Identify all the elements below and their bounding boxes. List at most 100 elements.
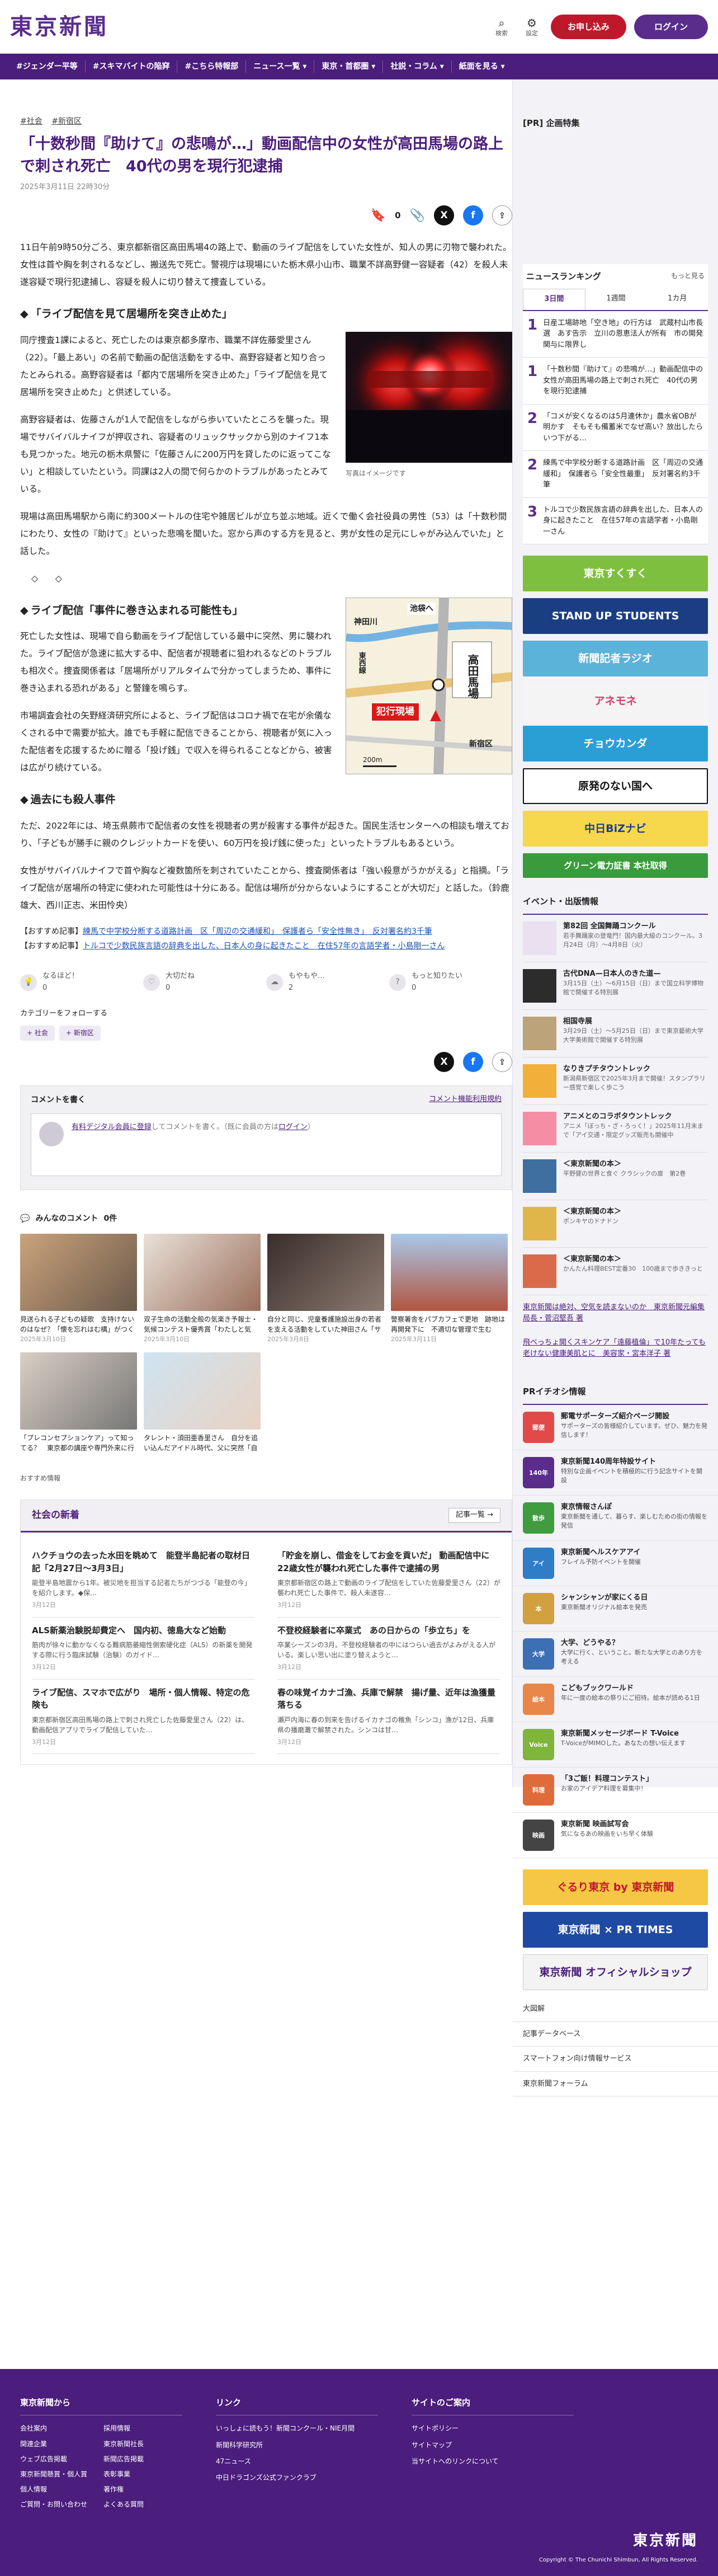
pr-item[interactable]: アイ 東京新聞ヘルスケアアイ フレイル予防イベントを開催 bbox=[513, 1541, 718, 1587]
content-card[interactable]: 警察署舎をパブカフェで更地 跡地は再開発下に 不適切な管理で生む 2025年3月1… bbox=[391, 1234, 508, 1345]
pr-item[interactable]: 郵便 郵電サポーターズ紹介ページ開設 サポーターズの皆様紹介しています。ぜひ、魅力を… bbox=[513, 1405, 718, 1451]
side-bottom-link[interactable]: 東京新聞フォーラム bbox=[513, 2072, 718, 2097]
footer-link[interactable]: ウェブ広告掲載 bbox=[20, 2454, 99, 2465]
footer-link[interactable]: 個人情報 bbox=[20, 2484, 99, 2495]
pr-item[interactable]: 映画 東京新聞 映画試写会 気になるあの映画をいち早く体験 bbox=[513, 1813, 718, 1859]
facebook-share-icon[interactable]: f bbox=[463, 1052, 483, 1073]
site-logo[interactable]: 東京新聞 bbox=[10, 9, 108, 45]
footer-link[interactable]: 47ニュース bbox=[216, 2456, 378, 2467]
event-item[interactable]: ＜東京新聞の本＞ 平野健の世界と食ぐ クラシックの扉 第2巻 bbox=[523, 1153, 708, 1201]
clip-icon[interactable]: 📎 bbox=[410, 206, 425, 225]
login-button[interactable]: ログイン bbox=[634, 14, 708, 39]
ranking-more[interactable]: もっと見る bbox=[671, 271, 705, 281]
news-item[interactable]: 春の味覚イカナゴ漁、兵庫で解禁 揚げ量、近年は漁獲量落ちる 瀬戸内海に春の到来を告… bbox=[277, 1680, 500, 1755]
tab-1month[interactable]: 1カ月 bbox=[646, 289, 708, 310]
follow-tag-shinjuku[interactable]: + 新宿区 bbox=[59, 1026, 101, 1041]
news-item[interactable]: 不登校経験者に卒業式 あの日からの「歩立ち」を 卒業シーズンの3月。不登校経験者の… bbox=[277, 1618, 500, 1680]
banner-genpatsu[interactable]: 原発のない国へ bbox=[523, 768, 708, 805]
banner-standup[interactable]: STAND UP STUDENTS bbox=[523, 598, 708, 634]
news-item[interactable]: ライブ配信、スマホで広がり 場所・個人情報、特定の危険も 東京都新宿区高田馬場の路… bbox=[32, 1680, 255, 1755]
nav-tokuhou[interactable]: #こちら特報部 bbox=[177, 60, 247, 73]
reaction-naruhodo[interactable]: 💡 なるほど！ 0 bbox=[20, 971, 143, 994]
banner-radio[interactable]: 新聞記者ラジオ bbox=[523, 641, 708, 677]
banner-shop[interactable]: 東京新聞 オフィシャルショップ bbox=[523, 1954, 708, 1991]
news-item[interactable]: ハクチョウの去った水田を眺めて 能登半島記者の取材日記「2月27日〜3月3日」能… bbox=[32, 1543, 255, 1618]
footer-link[interactable]: 会社案内 bbox=[20, 2423, 99, 2434]
banner-anemone[interactable]: アネモネ bbox=[523, 683, 708, 720]
banner-bizinavi[interactable]: 中日BiZナビ bbox=[523, 811, 708, 847]
footer-link[interactable]: 当サイトへのリンクについて bbox=[412, 2456, 574, 2467]
reaction-motto[interactable]: ? もっと知りたい 0 bbox=[389, 971, 512, 994]
search-button[interactable]: ⌕ 検索 bbox=[490, 16, 513, 37]
nav-editorial[interactable]: 社説・コラム ▾ bbox=[383, 60, 452, 73]
nav-paper[interactable]: 紙面を見る ▾ bbox=[452, 60, 512, 73]
event-item[interactable]: 相国寺展 3月29日（土）〜5月25日（日）まで東京藝術大学大学美術館で開催する特… bbox=[523, 1010, 708, 1058]
footer-link[interactable]: 採用情報 bbox=[103, 2423, 182, 2434]
footer-link[interactable]: 東京新聞社長 bbox=[103, 2439, 182, 2450]
pr-item[interactable]: 大学 大学、どうやる？ 大学に行く、ということ。新たな大学とのあり方を考える bbox=[513, 1632, 718, 1677]
ranking-item[interactable]: 1 日産工場跡地「空き地」の行方は 武蔵村山市長選 あす告示 立川の恩恵法人が所有… bbox=[523, 311, 708, 358]
event-item[interactable]: ＜東京新聞の本＞ かんたん料理BEST定番30 100歳まで歩ききっと bbox=[523, 1248, 708, 1296]
footer-link[interactable]: 新聞科学研究所 bbox=[216, 2440, 378, 2451]
link-share-icon[interactable]: ⇪ bbox=[492, 205, 512, 226]
footer-logo[interactable]: 東京新聞 bbox=[633, 2530, 698, 2553]
nav-tokyo[interactable]: 東京・首都圏 ▾ bbox=[314, 60, 384, 73]
tab-3days[interactable]: 3日間 bbox=[523, 289, 585, 310]
content-card[interactable]: 「プレコンセプションケア」って知ってる？ 東京都の講座や専門外来に行ってみた bbox=[20, 1352, 137, 1453]
content-card[interactable]: タレント・須田亜香里さん 自分を追い込んだアイドル時代、父に突然「自分のこと好き… bbox=[144, 1352, 261, 1453]
nav-news-list[interactable]: ニュース一覧 ▾ bbox=[246, 60, 315, 73]
content-card[interactable]: 見送られる子どもの疑歌 支持けないのはなぜ？「懐を忘れはむ構」がつくこ教員確保を… bbox=[20, 1234, 137, 1345]
footer-link[interactable]: 著作権 bbox=[103, 2484, 182, 2495]
news-item[interactable]: 「貯金を崩し、借金をしてお金を貢いだ」 動画配信中に22歳女性が襲われ死亡した事… bbox=[277, 1543, 500, 1618]
ranking-item[interactable]: 3 トルコで少数民族言語の辞典を出した、日本人の身に起きたこと 在住57年の言語学… bbox=[523, 497, 708, 545]
nav-sukima[interactable]: #スキマバイトの陥穽 bbox=[86, 60, 178, 73]
related-link[interactable]: 練馬で中学校分断する道路計画 区「周辺の交通緩和」 保護者ら「安全性無き」 反対… bbox=[83, 927, 432, 936]
facebook-share-icon[interactable]: f bbox=[463, 205, 483, 226]
event-item[interactable]: なりきプチタウントレック 新潟県新宿区で2025年3月まで開催！スタンプラリー感覚… bbox=[523, 1057, 708, 1106]
social-news-more[interactable]: 記事一覧 → bbox=[448, 1507, 500, 1524]
pr-item[interactable]: 本シャンシャンが家にくる日 東京新聞オリジナル絵本を発売 bbox=[513, 1586, 718, 1632]
side-bottom-link[interactable]: 大図解 bbox=[513, 1997, 718, 2022]
tab-1week[interactable]: 1週間 bbox=[585, 289, 647, 310]
ranking-item[interactable]: 2 練馬で中学校分断する道路計画 区「周辺の交通緩和」 保護者ら「安全性最重」 反… bbox=[523, 451, 708, 498]
event-item[interactable]: 古代DNA—日本人のきた道— 3月15日（土）〜6月15日（日）まで国立科学博物館… bbox=[523, 962, 708, 1010]
side-bottom-link[interactable]: 記事データベース bbox=[513, 2022, 718, 2047]
pr-item[interactable]: 散歩 東京情報さんぽ 東京新聞を通して、暮らす、楽しむための街の情報を発信 bbox=[513, 1496, 718, 1541]
reaction-taisetsu[interactable]: ♡ 大切だね 0 bbox=[143, 971, 266, 994]
event-item[interactable]: アニメとのコラボタウントレック アニメ「ぼっち・ざ・ろっく！」2025年11月末ま… bbox=[523, 1105, 708, 1153]
crumb-tag[interactable]: #新宿区 bbox=[51, 117, 82, 126]
follow-tag-shakai[interactable]: + 社会 bbox=[20, 1026, 55, 1041]
comment-input[interactable]: 有料デジタル会員に登録してコメントを書く。（既に会員の方はログイン） bbox=[31, 1113, 502, 1176]
footer-link[interactable]: いっしょに読もう！新聞コンクール・NIE月間 bbox=[216, 2423, 378, 2434]
side-bottom-link[interactable]: スマートフォン向け情報サービス bbox=[513, 2047, 718, 2072]
related-link[interactable]: トルコで少数民族言語の辞典を出した、日本人の身に起きたこと 在住57年の言語学者… bbox=[83, 942, 445, 951]
event-item[interactable]: 第82回 全国舞踊コンクール 若手舞踊家の登竜門！国内最大級のコンクール。3月24… bbox=[523, 915, 708, 963]
register-link[interactable]: 有料デジタル会員に登録 bbox=[72, 1123, 152, 1131]
pr-item[interactable]: 料理 「3ご飯！料理コンテスト」 お家のアイデア料理を募集中！ bbox=[513, 1768, 718, 1813]
x-share-icon[interactable]: X bbox=[434, 205, 454, 226]
banner-sukusuku[interactable]: 東京すくすく bbox=[523, 556, 708, 592]
nav-gender[interactable]: #ジェンダー平等 bbox=[9, 60, 86, 73]
comment-login-link[interactable]: ログイン bbox=[278, 1123, 308, 1131]
footer-link[interactable]: 東京新聞懸賞・個人賞 bbox=[20, 2469, 99, 2480]
side-book-link[interactable]: 飛べっちょ開くスキンケア「遠藤植倫」で10年たっても老けない健康美肌とに 美容家… bbox=[513, 1331, 718, 1366]
footer-link[interactable]: サイトポリシー bbox=[412, 2423, 574, 2434]
banner-gururi[interactable]: ぐるり東京 by 東京新聞 bbox=[523, 1869, 708, 1906]
content-card[interactable]: 自分と同じ、児童養護施設出身の若者を支える活動をしていた神田さん「サヘル・ロー…… bbox=[267, 1234, 384, 1345]
x-share-icon[interactable]: X bbox=[434, 1052, 454, 1073]
comment-guide-link[interactable]: コメント機能利用規約 bbox=[429, 1094, 502, 1106]
pr-item[interactable]: 140年 東京新聞140周年特設サイト 特別な企画イベントを積極的に行う記念サイトを… bbox=[513, 1450, 718, 1496]
footer-link[interactable]: 表彰事業 bbox=[103, 2469, 182, 2480]
side-book-link[interactable]: 東京新聞は絶対、空気を読まないのか 東京新聞元編集局長・菅沼堅吾 著 bbox=[513, 1295, 718, 1331]
footer-link[interactable]: 新聞広告掲載 bbox=[103, 2454, 182, 2465]
crumb-tag[interactable]: #社会 bbox=[20, 117, 42, 126]
reaction-moyamoya[interactable]: ☁ もやもや… 2 bbox=[266, 971, 389, 994]
footer-link[interactable]: ご質問・お問い合わせ bbox=[20, 2499, 99, 2510]
news-item[interactable]: ALS新薬治験脱却費定へ 国内初、徳島大など始動 筋肉が徐々に動かなくなる難病筋萎… bbox=[32, 1618, 255, 1680]
link-share-icon[interactable]: ⇪ bbox=[492, 1052, 512, 1073]
footer-link[interactable]: サイトマップ bbox=[412, 2440, 574, 2451]
ranking-item[interactable]: 2 「コメが安くなるのは5月連休か」農水省OBが明かす そもそも備蓄米でなぜ高い？… bbox=[523, 404, 708, 452]
footer-link[interactable]: 中日ドラゴンズ公式ファンクラブ bbox=[216, 2472, 378, 2483]
event-item[interactable]: ＜東京新聞の本＞ ポンキヤのドナドン bbox=[523, 1200, 708, 1248]
bookmark-icon[interactable]: 🔖 bbox=[371, 206, 386, 225]
